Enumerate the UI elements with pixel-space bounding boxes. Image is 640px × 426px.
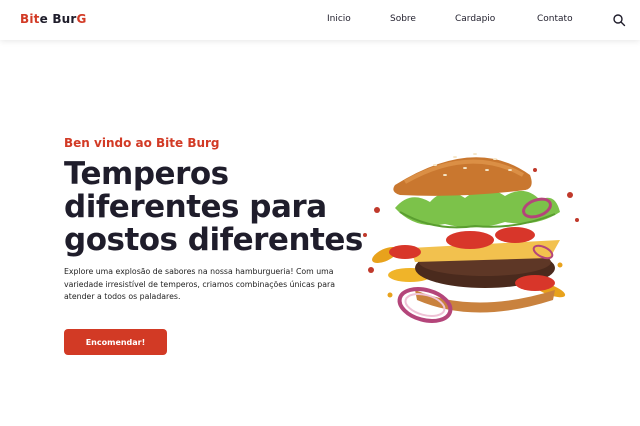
burger-image	[363, 153, 579, 323]
logo[interactable]: Bite BurG	[20, 12, 87, 26]
hero-headline: Temperos diferentes para gostos diferent…	[64, 156, 363, 258]
order-button[interactable]: Encomendar!	[64, 329, 167, 355]
nav-link-inicio[interactable]: Inicio	[327, 14, 351, 24]
nav-link-sobre[interactable]: Sobre	[390, 14, 416, 24]
logo-part-3: G	[76, 12, 87, 26]
nav-link-cardapio[interactable]: Cardapio	[455, 14, 495, 24]
navbar: Bite BurG Inicio Sobre Cardapio Contato	[0, 0, 640, 40]
nav-link-contato[interactable]: Contato	[537, 14, 573, 24]
tomato-slice	[446, 231, 494, 249]
search-button[interactable]	[612, 12, 626, 27]
search-icon	[613, 14, 626, 27]
logo-part-2: e Bur	[39, 12, 77, 26]
hero-greeting: Ben vindo ao Bite Burg	[64, 136, 220, 150]
hero-description: Explore uma explosão de sabores na nossa…	[64, 267, 335, 301]
logo-part-1: Bit	[20, 12, 40, 26]
